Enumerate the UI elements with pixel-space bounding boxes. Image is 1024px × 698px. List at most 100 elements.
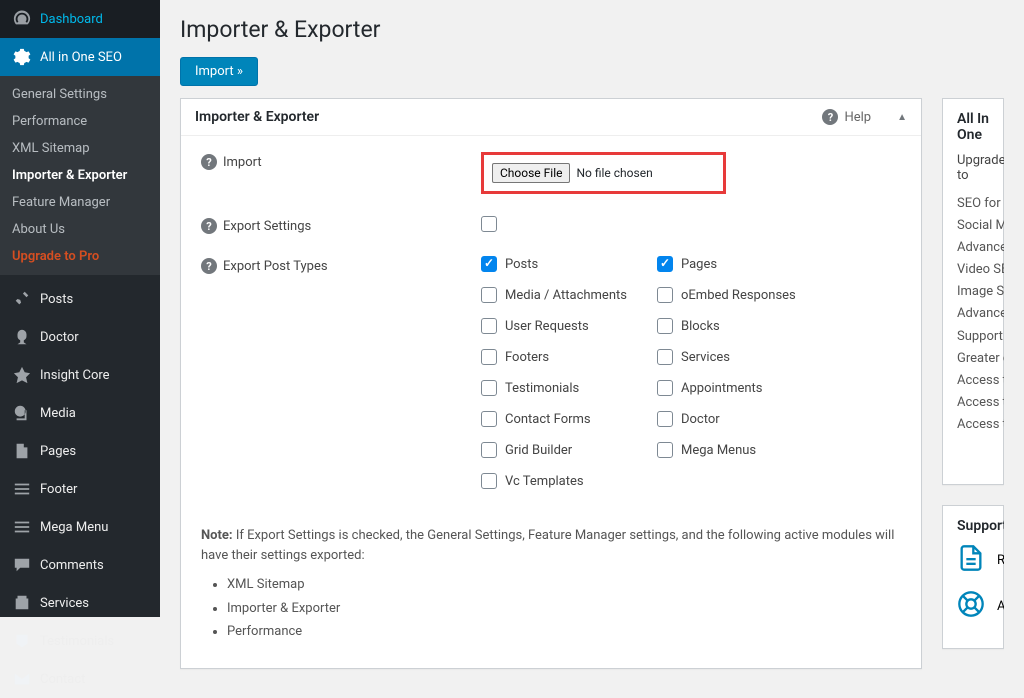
post-type-item: Pages: [657, 256, 796, 272]
sidebar-submenu: General Settings Performance XML Sitemap…: [0, 76, 160, 275]
toggle-icon[interactable]: ▲: [897, 112, 907, 123]
help-icon: ?: [822, 109, 838, 125]
sidebar-services[interactable]: Services: [0, 584, 160, 622]
sidebar-item-label: Contact: [40, 672, 85, 687]
post-type-checkbox[interactable]: [481, 380, 497, 396]
help-tab[interactable]: ? Help ▲: [822, 109, 907, 125]
post-type-checkbox[interactable]: [657, 411, 673, 427]
post-type-item: Contact Forms: [481, 411, 627, 427]
post-type-checkbox[interactable]: [481, 442, 497, 458]
post-type-item: Testimonials: [481, 380, 627, 396]
post-type-item: Grid Builder: [481, 442, 627, 458]
sidebar-footer[interactable]: Footer: [0, 470, 160, 508]
side-list-1: SEO for CateSocial MetaAdvanced suVideo …: [957, 193, 989, 436]
export-settings-checkbox[interactable]: [481, 216, 497, 232]
sidebar-mega-menu[interactable]: Mega Menu: [0, 508, 160, 546]
pin-icon: [12, 289, 32, 309]
support-item[interactable]: Acc: [957, 590, 989, 622]
pages-icon: [12, 441, 32, 461]
support-item[interactable]: Rea: [957, 544, 989, 576]
submenu-feature-manager[interactable]: Feature Manager: [0, 189, 160, 216]
sidebar-insight-core[interactable]: Insight Core: [0, 356, 160, 394]
post-type-label: Appointments: [681, 381, 763, 396]
sidebar-item-label: Media: [40, 406, 76, 421]
sidebar-contact[interactable]: Contact: [0, 660, 160, 698]
sidebar-item-label: Testimonials: [40, 634, 114, 649]
side-title-1: All In One: [957, 111, 989, 143]
post-type-item: oEmbed Responses: [657, 287, 796, 303]
post-type-checkbox[interactable]: [481, 349, 497, 365]
submenu-performance[interactable]: Performance: [0, 108, 160, 135]
file-status: No file chosen: [576, 166, 652, 180]
post-type-checkbox[interactable]: [481, 256, 497, 272]
sidebar-media[interactable]: Media: [0, 394, 160, 432]
sidebar-item-label: Posts: [40, 292, 73, 307]
testimonials-icon: [12, 631, 32, 651]
sidebar-item-label: Doctor: [40, 330, 79, 345]
sidebar-dashboard[interactable]: Dashboard: [0, 0, 160, 38]
feature-list-item: Image SEO: [957, 281, 989, 303]
post-type-checkbox[interactable]: [657, 442, 673, 458]
post-type-checkbox[interactable]: [481, 287, 497, 303]
post-type-label: Media / Attachments: [505, 288, 627, 303]
importer-exporter-panel: Importer & Exporter ? Help ▲ ? Import Ch…: [180, 98, 922, 669]
feature-list-item: Greater cont: [957, 348, 989, 370]
submenu-importer-exporter[interactable]: Importer & Exporter: [0, 162, 160, 189]
post-type-label: Blocks: [681, 319, 720, 334]
export-post-types-label: Export Post Types: [223, 259, 328, 274]
post-type-label: Doctor: [681, 412, 720, 427]
sidebar-pages[interactable]: Pages: [0, 432, 160, 470]
sidebar-comments[interactable]: Comments: [0, 546, 160, 584]
post-type-checkbox[interactable]: [481, 411, 497, 427]
sidebar-testimonials[interactable]: Testimonials: [0, 622, 160, 660]
post-type-checkbox[interactable]: [657, 380, 673, 396]
note-body: If Export Settings is checked, the Gener…: [201, 528, 894, 563]
feature-list-item: Social Meta: [957, 215, 989, 237]
support-label: Acc: [997, 599, 1004, 614]
feature-list-item: Access to Kn: [957, 414, 989, 436]
content-area: Importer & Exporter Import » Importer & …: [160, 0, 1024, 617]
media-icon: [12, 403, 32, 423]
insight-icon: [12, 365, 32, 385]
post-type-label: Grid Builder: [505, 443, 572, 458]
post-type-label: Footers: [505, 350, 549, 365]
submenu-xml-sitemap[interactable]: XML Sitemap: [0, 135, 160, 162]
post-type-checkbox[interactable]: [481, 318, 497, 334]
page-title: Importer & Exporter: [180, 0, 1004, 53]
sidebar-item-label: Dashboard: [40, 12, 103, 27]
tooltip-icon[interactable]: ?: [201, 218, 217, 234]
tooltip-icon[interactable]: ?: [201, 258, 217, 274]
post-type-label: Services: [681, 350, 730, 365]
post-type-checkbox[interactable]: [657, 349, 673, 365]
dashboard-icon: [12, 9, 32, 29]
import-button[interactable]: Import »: [180, 57, 258, 86]
sidebar-aioseo[interactable]: All in One SEO: [0, 38, 160, 76]
tooltip-icon[interactable]: ?: [201, 154, 217, 170]
help-label: Help: [844, 110, 871, 125]
feature-list-item: Advanced G: [957, 303, 989, 325]
post-type-item: Mega Menus: [657, 442, 796, 458]
submenu-about-us[interactable]: About Us: [0, 216, 160, 243]
sidebar-item-label: Mega Menu: [40, 520, 108, 535]
post-types-grid: PostsMedia / AttachmentsUser RequestsFoo…: [481, 256, 901, 504]
list-icon: [12, 517, 32, 537]
sidebar-doctor[interactable]: Doctor: [0, 318, 160, 356]
sidebar-item-label: Insight Core: [40, 368, 110, 383]
note-text: Note: If Export Settings is checked, the…: [201, 526, 901, 642]
post-type-checkbox[interactable]: [657, 287, 673, 303]
post-type-checkbox[interactable]: [481, 473, 497, 489]
post-type-item: Doctor: [657, 411, 796, 427]
post-type-label: Vc Templates: [505, 474, 584, 489]
submenu-upgrade-pro[interactable]: Upgrade to Pro: [0, 243, 160, 270]
post-type-checkbox[interactable]: [657, 318, 673, 334]
sidebar-posts[interactable]: Posts: [0, 280, 160, 318]
panel-title: Importer & Exporter: [195, 109, 319, 125]
post-type-checkbox[interactable]: [657, 256, 673, 272]
submenu-general-settings[interactable]: General Settings: [0, 81, 160, 108]
support-icon: [957, 544, 985, 576]
post-type-item: Blocks: [657, 318, 796, 334]
feature-list-item: Access to Vi: [957, 370, 989, 392]
post-type-label: Posts: [505, 257, 538, 272]
note-list-item: Performance: [227, 622, 901, 642]
choose-file-button[interactable]: Choose File: [492, 163, 570, 183]
